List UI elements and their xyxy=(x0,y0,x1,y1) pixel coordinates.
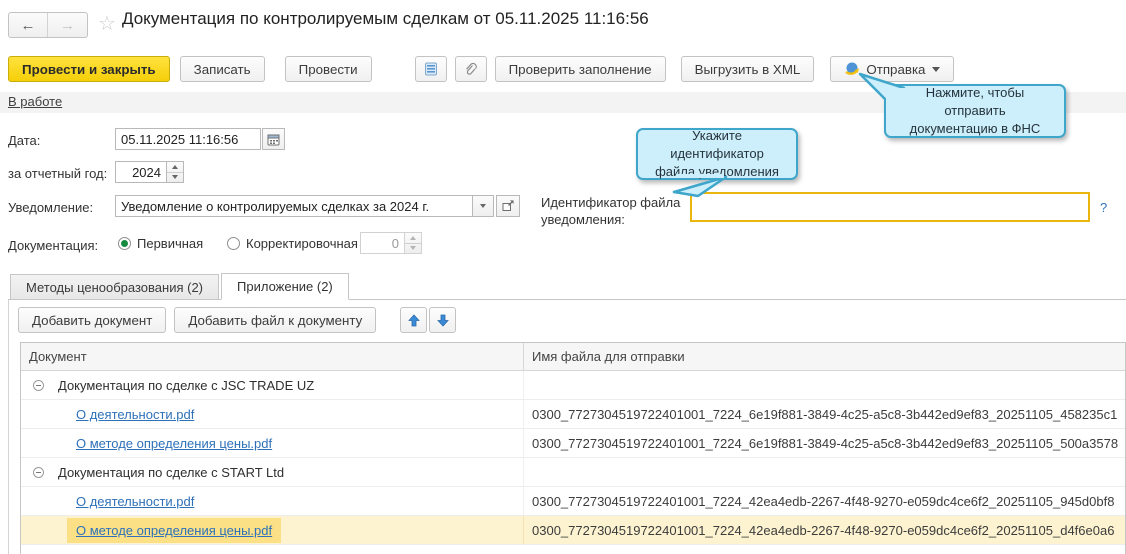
write-button[interactable]: Записать xyxy=(180,56,265,82)
notification-dropdown-button[interactable] xyxy=(472,195,494,217)
grid-toolbar: Добавить документ Добавить файл к докуме… xyxy=(18,307,456,333)
tab-pricing-methods[interactable]: Методы ценообразования (2) xyxy=(10,274,219,300)
file-id-tooltip-tail xyxy=(664,174,736,198)
notification-input[interactable] xyxy=(115,195,473,217)
file-name: 0300_7727304519722401001_7224_6e19f881-3… xyxy=(532,407,1117,422)
report-year-spinner[interactable] xyxy=(166,161,184,183)
post-and-close-button[interactable]: Провести и закрыть xyxy=(8,56,170,82)
documentation-label: Документация: xyxy=(8,238,98,253)
radio-corrective-label: Корректировочная xyxy=(246,236,358,251)
notification-label: Уведомление: xyxy=(8,200,93,215)
file-id-tooltip-line1: Укажите идентификатор xyxy=(646,127,788,163)
date-label: Дата: xyxy=(8,133,40,148)
correction-number-input xyxy=(360,232,405,254)
paperclip-icon xyxy=(463,62,478,77)
chevron-down-icon xyxy=(932,67,940,72)
calendar-icon xyxy=(267,133,280,146)
radio-checked-icon xyxy=(118,237,131,250)
table-row-group[interactable]: Документация по сделке с JSC TRADE UZ xyxy=(21,371,1125,400)
tab-content-edge xyxy=(8,300,9,554)
file-name: 0300_7727304519722401001_7224_42ea4edb-2… xyxy=(532,494,1114,509)
main-toolbar: Провести и закрыть Записать Провести Про… xyxy=(8,56,954,82)
post-button[interactable]: Провести xyxy=(285,56,372,82)
document-link[interactable]: О деятельности.pdf xyxy=(76,494,194,509)
column-header-document[interactable]: Документ xyxy=(21,343,523,370)
tab-attachment[interactable]: Приложение (2) xyxy=(221,273,349,300)
send-tooltip-tail xyxy=(852,66,908,110)
radio-primary-label: Первичная xyxy=(137,236,203,251)
report-year-input[interactable] xyxy=(115,161,167,183)
check-fill-button[interactable]: Проверить заполнение xyxy=(495,56,666,82)
page-title: Документация по контролируемым сделкам о… xyxy=(122,9,649,29)
file-name: 0300_7727304519722401001_7224_42ea4edb-2… xyxy=(532,523,1114,538)
add-file-button[interactable]: Добавить файл к документу xyxy=(174,307,376,333)
document-link[interactable]: О методе определения цены.pdf xyxy=(76,436,272,451)
collapse-icon[interactable] xyxy=(33,380,44,391)
file-id-label: Идентификатор файла уведомления: xyxy=(541,194,686,228)
document-link[interactable]: О деятельности.pdf xyxy=(76,407,194,422)
move-up-button[interactable] xyxy=(400,307,427,333)
date-input[interactable] xyxy=(115,128,261,150)
spin-down-icon xyxy=(410,246,416,250)
file-id-tooltip: Укажите идентификатор файла уведомления xyxy=(636,128,798,180)
column-header-filename[interactable]: Имя файла для отправки xyxy=(523,343,1125,370)
help-link[interactable]: ? xyxy=(1100,200,1107,215)
document-window: ← → ☆ Документация по контролируемым сде… xyxy=(0,0,1126,554)
history-nav: ← → xyxy=(8,12,88,38)
spin-down-icon xyxy=(172,175,178,179)
notification-open-button[interactable] xyxy=(496,195,520,217)
send-tooltip: Нажмите, чтобы отправить документацию в … xyxy=(884,84,1066,138)
back-icon: ← xyxy=(21,17,36,34)
forward-icon: → xyxy=(60,17,75,34)
chevron-down-icon xyxy=(480,204,486,208)
collapse-icon[interactable] xyxy=(33,467,44,478)
forward-button[interactable]: → xyxy=(48,13,87,37)
send-tooltip-line2: документацию в ФНС xyxy=(894,120,1056,138)
table-row-selected[interactable]: О методе определения цены.pdf 0300_77273… xyxy=(21,516,1125,545)
documents-table: Документ Имя файла для отправки Документ… xyxy=(20,342,1126,554)
favorite-star-icon[interactable]: ☆ xyxy=(98,11,116,36)
arrow-up-icon xyxy=(408,314,420,327)
date-picker-button[interactable] xyxy=(262,128,285,150)
table-row[interactable]: О деятельности.pdf 0300_7727304519722401… xyxy=(21,400,1125,429)
table-row-group[interactable]: Документация по сделке с START Ltd xyxy=(21,458,1125,487)
table-header: Документ Имя файла для отправки xyxy=(21,343,1125,371)
file-id-input[interactable] xyxy=(690,192,1090,222)
add-document-button[interactable]: Добавить документ xyxy=(18,307,166,333)
radio-primary[interactable]: Первичная xyxy=(118,236,203,251)
file-name: 0300_7727304519722401001_7224_6e19f881-3… xyxy=(532,436,1118,451)
report-year-label: за отчетный год: xyxy=(8,166,107,181)
export-xml-button[interactable]: Выгрузить в XML xyxy=(681,56,815,82)
table-row[interactable]: О деятельности.pdf 0300_7727304519722401… xyxy=(21,487,1125,516)
table-row[interactable]: О методе определения цены.pdf 0300_77273… xyxy=(21,429,1125,458)
open-form-icon xyxy=(502,200,514,212)
back-button[interactable]: ← xyxy=(9,13,48,37)
radio-unchecked-icon xyxy=(227,237,240,250)
tab-bar: Методы ценообразования (2) Приложение (2… xyxy=(8,273,349,300)
group-label: Документация по сделке с START Ltd xyxy=(58,465,284,480)
current-cell-highlight: О методе определения цены.pdf xyxy=(67,518,281,543)
spin-up-icon xyxy=(172,165,178,169)
spin-up-icon xyxy=(410,236,416,240)
move-down-button[interactable] xyxy=(429,307,456,333)
group-label: Документация по сделке с JSC TRADE UZ xyxy=(58,378,314,393)
send-tooltip-line1: Нажмите, чтобы отправить xyxy=(894,84,1056,120)
arrow-down-icon xyxy=(437,314,449,327)
report-list-icon xyxy=(424,62,438,76)
attachments-button[interactable] xyxy=(455,56,487,82)
radio-corrective[interactable]: Корректировочная xyxy=(227,236,358,251)
status-link[interactable]: В работе xyxy=(8,94,62,109)
correction-number-spinner xyxy=(404,232,422,254)
register-records-button[interactable] xyxy=(415,56,447,82)
document-link[interactable]: О методе определения цены.pdf xyxy=(76,523,272,538)
